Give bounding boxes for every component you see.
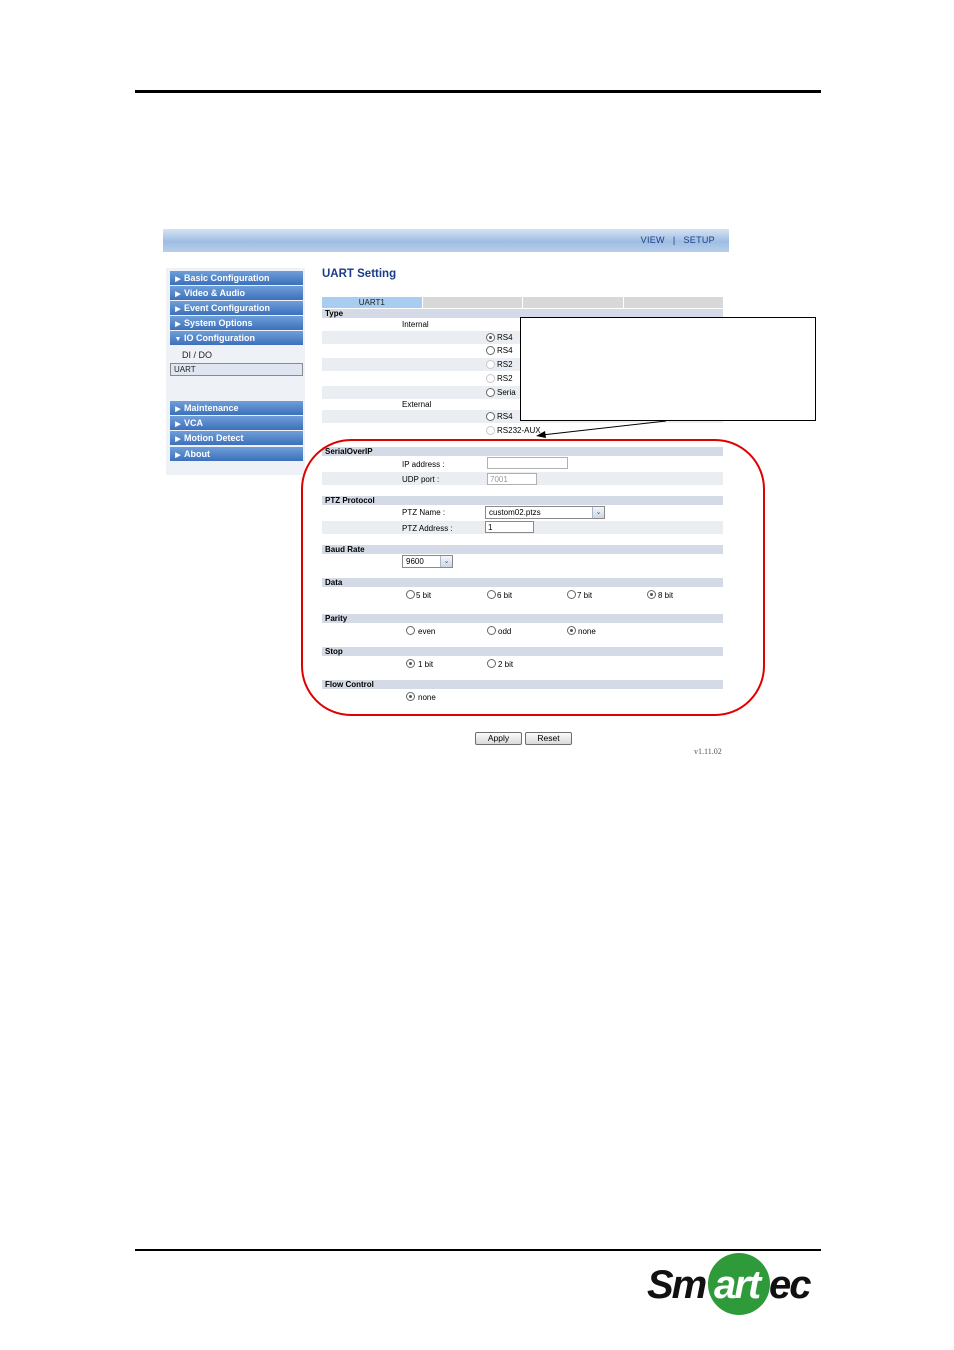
option-label: Seria [497, 388, 516, 397]
page-header-rule [135, 90, 821, 93]
view-link[interactable]: VIEW [641, 235, 665, 245]
reset-button[interactable]: Reset [525, 732, 572, 745]
sidebar-item-label: Maintenance [184, 403, 239, 413]
sidebar-item-maintenance[interactable]: ▶ Maintenance [170, 401, 303, 415]
expand-arrow-icon: ▶ [175, 291, 181, 298]
option-label: RS2 [497, 374, 513, 383]
radio-button[interactable] [486, 360, 495, 369]
sidebar-item-about[interactable]: ▶ About [170, 447, 303, 461]
sidebar-item-label: Basic Configuration [184, 273, 270, 283]
sidebar-item-system-options[interactable]: ▶ System Options [170, 316, 303, 330]
tab-3[interactable] [523, 297, 623, 308]
option-label: RS2 [497, 360, 513, 369]
sidebar-item-basic-configuration[interactable]: ▶ Basic Configuration [170, 271, 303, 285]
sidebar-item-label: Event Configuration [184, 303, 270, 313]
expand-arrow-icon: ▶ [175, 276, 181, 283]
radio-button[interactable] [486, 426, 495, 435]
top-navigation-bar: VIEW | SETUP [163, 229, 729, 252]
highlight-ellipse [301, 439, 765, 716]
page-footer-rule [135, 1249, 821, 1251]
smartec-logo: Sm art ec [647, 1253, 813, 1315]
sidebar-item-label: IO Configuration [184, 333, 255, 343]
option-label: RS4 [497, 333, 513, 342]
sidebar-subitem-uart[interactable]: UART [170, 363, 303, 376]
tab-2[interactable] [422, 297, 522, 308]
tab-uart1[interactable]: UART1 [322, 297, 422, 308]
sidebar-item-io-configuration[interactable]: ▼ IO Configuration [170, 331, 303, 345]
sidebar-item-vca[interactable]: ▶ VCA [170, 416, 303, 430]
radio-button[interactable] [486, 333, 495, 342]
sidebar-subitem-di-do[interactable]: DI / DO [170, 348, 303, 363]
uart-tabs: UART1 [322, 297, 723, 308]
apply-button[interactable]: Apply [475, 732, 522, 745]
internal-label: Internal [402, 320, 429, 329]
radio-button[interactable] [486, 388, 495, 397]
expand-arrow-icon: ▶ [175, 406, 181, 413]
tab-4[interactable] [623, 297, 723, 308]
svg-text:Sm: Sm [647, 1263, 706, 1307]
page-title: UART Setting [322, 268, 397, 280]
expand-arrow-icon: ▶ [175, 321, 181, 328]
sidebar-item-event-configuration[interactable]: ▶ Event Configuration [170, 301, 303, 315]
sidebar-item-label: Video & Audio [184, 288, 246, 298]
option-label: RS4 [497, 412, 513, 421]
radio-button[interactable] [486, 374, 495, 383]
setup-link[interactable]: SETUP [683, 235, 715, 245]
sidebar-item-motion-detect[interactable]: ▶ Motion Detect [170, 431, 303, 445]
sidebar-item-label: Motion Detect [184, 433, 244, 443]
sidebar-item-label: VCA [184, 418, 204, 428]
sidebar-item-label: System Options [184, 318, 253, 328]
expand-arrow-icon: ▶ [175, 306, 181, 313]
collapse-arrow-icon: ▼ [174, 336, 182, 343]
svg-text:art: art [714, 1263, 763, 1307]
svg-text:ec: ec [769, 1263, 811, 1307]
expand-arrow-icon: ▶ [175, 452, 181, 459]
nav-separator: | [672, 235, 676, 245]
expand-arrow-icon: ▶ [175, 436, 181, 443]
annotation-callout-box [520, 317, 816, 421]
option-label: RS4 [497, 346, 513, 355]
radio-button[interactable] [486, 412, 495, 421]
firmware-version: v1.11.02 [694, 747, 722, 756]
radio-button[interactable] [486, 346, 495, 355]
external-label: External [402, 400, 432, 409]
sidebar-item-label: About [184, 449, 210, 459]
sidebar-item-video-audio[interactable]: ▶ Video & Audio [170, 286, 303, 300]
expand-arrow-icon: ▶ [175, 421, 181, 428]
